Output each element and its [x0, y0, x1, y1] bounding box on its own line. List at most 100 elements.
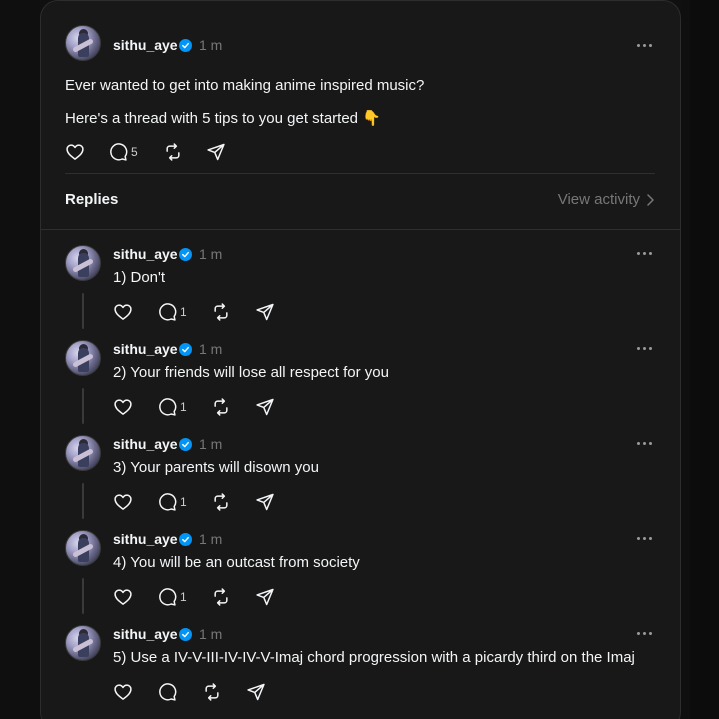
comment-icon [159, 588, 177, 606]
repost-icon [214, 303, 228, 321]
comment-icon [159, 683, 177, 701]
view-activity-link[interactable]: View activity [558, 191, 654, 208]
like-button[interactable] [65, 141, 85, 163]
repost-button[interactable] [211, 301, 231, 323]
reply-text: 2) Your friends will lose all respect fo… [113, 364, 389, 381]
heart-icon [114, 494, 132, 510]
avatar[interactable] [65, 625, 101, 661]
reply-button[interactable]: 1 [157, 586, 187, 608]
more-icon[interactable] [637, 532, 657, 544]
reply-count: 5 [131, 145, 138, 159]
post-text-line-2: Here's a thread with 5 tips to you get s… [65, 110, 381, 127]
more-icon[interactable] [637, 247, 657, 259]
like-button[interactable] [113, 301, 133, 323]
chevron-right-icon [647, 193, 654, 206]
post-time: 1 m [199, 37, 223, 53]
heart-icon [114, 304, 132, 320]
reply-count: 1 [180, 495, 187, 509]
reply-time: 1 m [199, 626, 223, 642]
heart-icon [114, 589, 132, 605]
reply-username[interactable]: sithu_aye [113, 626, 178, 642]
repost-icon [214, 588, 228, 606]
repost-button[interactable] [163, 141, 183, 163]
share-icon [256, 493, 274, 511]
reply-time: 1 m [199, 341, 223, 357]
verified-badge-icon [179, 628, 192, 641]
verified-badge-icon [179, 343, 192, 356]
reply-text: 3) Your parents will disown you [113, 459, 319, 476]
repost-button[interactable] [211, 491, 231, 513]
reply-button[interactable]: 1 [157, 491, 187, 513]
like-button[interactable] [113, 396, 133, 418]
like-button[interactable] [113, 681, 133, 703]
reply-count: 1 [180, 400, 187, 414]
verified-badge-icon [179, 39, 192, 52]
avatar[interactable] [65, 530, 101, 566]
more-icon[interactable] [637, 39, 657, 51]
reply-button[interactable]: 5 [108, 141, 138, 163]
avatar[interactable] [65, 245, 101, 281]
reply-button[interactable] [157, 681, 177, 703]
divider [41, 229, 680, 230]
reply-button[interactable]: 1 [157, 396, 187, 418]
comment-icon [159, 493, 177, 511]
post-username[interactable]: sithu_aye [113, 37, 178, 53]
share-button[interactable] [255, 586, 275, 608]
reply-time: 1 m [199, 246, 223, 262]
reply-text: 5) Use a IV-V-III-IV-IV-V-Imaj chord pro… [113, 649, 635, 666]
repost-button[interactable] [211, 396, 231, 418]
share-button[interactable] [255, 301, 275, 323]
thread-line [82, 388, 84, 424]
reply-username[interactable]: sithu_aye [113, 531, 178, 547]
thread-line [82, 293, 84, 329]
share-icon [256, 398, 274, 416]
comment-icon [110, 143, 128, 161]
more-icon[interactable] [637, 342, 657, 354]
reply-button[interactable]: 1 [157, 301, 187, 323]
verified-badge-icon [179, 438, 192, 451]
page-background-left [0, 0, 40, 719]
reply-text: 4) You will be an outcast from society [113, 554, 360, 571]
repost-button[interactable] [202, 681, 222, 703]
post-text-line-1: Ever wanted to get into making anime ins… [65, 77, 425, 94]
reply-count: 1 [180, 590, 187, 604]
thread-line [82, 578, 84, 614]
repost-icon [214, 493, 228, 511]
share-button[interactable] [255, 396, 275, 418]
repost-icon [205, 683, 219, 701]
avatar[interactable] [65, 25, 101, 61]
share-button[interactable] [246, 681, 266, 703]
divider [65, 173, 655, 174]
thread-card: sithu_aye 1 m Ever wanted to get into ma… [40, 0, 681, 719]
reply-time: 1 m [199, 531, 223, 547]
like-button[interactable] [113, 586, 133, 608]
heart-icon [114, 684, 132, 700]
reply-time: 1 m [199, 436, 223, 452]
comment-icon [159, 398, 177, 416]
avatar[interactable] [65, 435, 101, 471]
verified-badge-icon [179, 248, 192, 261]
reply-username[interactable]: sithu_aye [113, 246, 178, 262]
view-activity-label: View activity [557, 191, 640, 208]
share-button[interactable] [206, 141, 226, 163]
share-icon [256, 303, 274, 321]
avatar[interactable] [65, 340, 101, 376]
thread-line [82, 483, 84, 519]
share-icon [207, 143, 225, 161]
share-button[interactable] [255, 491, 275, 513]
like-button[interactable] [113, 491, 133, 513]
verified-badge-icon [179, 533, 192, 546]
more-icon[interactable] [637, 627, 657, 639]
share-icon [247, 683, 265, 701]
heart-icon [114, 399, 132, 415]
repost-icon [166, 143, 180, 161]
reply-count: 1 [180, 305, 187, 319]
scrollbar-track[interactable] [690, 0, 719, 719]
reply-username[interactable]: sithu_aye [113, 436, 178, 452]
more-icon[interactable] [637, 437, 657, 449]
replies-heading: Replies [65, 191, 119, 208]
reply-username[interactable]: sithu_aye [113, 341, 178, 357]
repost-icon [214, 398, 228, 416]
reply-text: 1) Don't [113, 269, 166, 286]
repost-button[interactable] [211, 586, 231, 608]
